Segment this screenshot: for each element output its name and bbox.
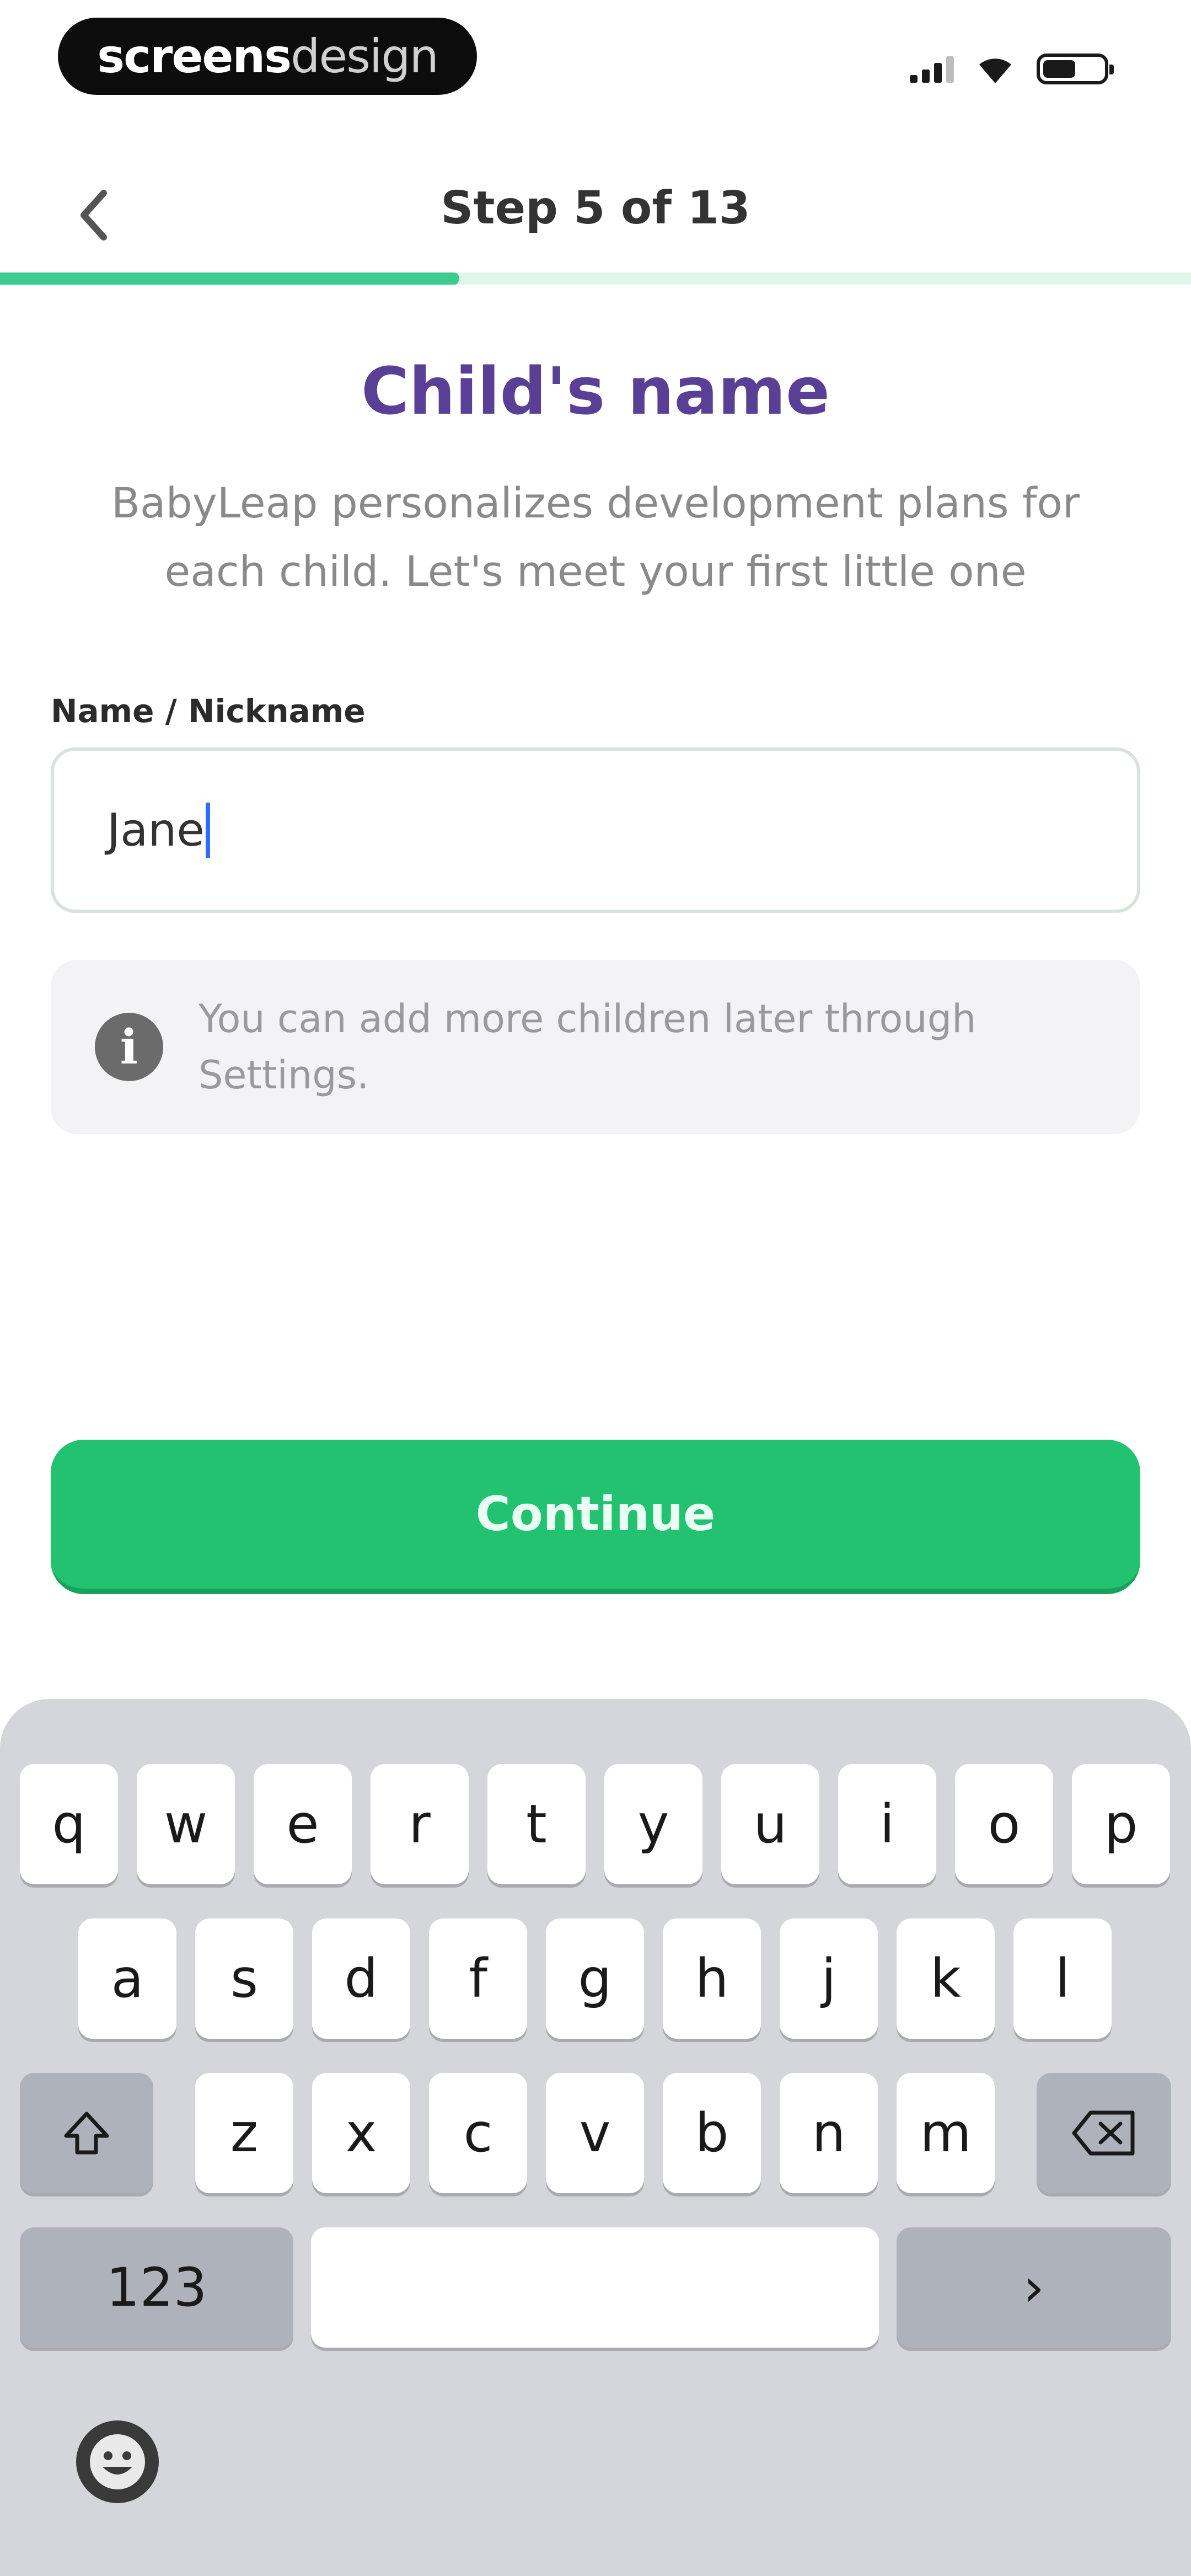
key-m[interactable]: m bbox=[897, 2073, 995, 2193]
key-y[interactable]: y bbox=[604, 1764, 702, 1884]
progress-bar bbox=[0, 272, 1191, 285]
brand-text-bold: screens bbox=[97, 29, 292, 83]
key-c[interactable]: c bbox=[429, 2073, 527, 2193]
emoji-button[interactable] bbox=[76, 2420, 159, 2503]
info-text: You can add more children later through … bbox=[198, 996, 977, 1098]
text-caret bbox=[205, 803, 210, 858]
key-x[interactable]: x bbox=[312, 2073, 410, 2193]
brand-text-light: design bbox=[291, 29, 439, 83]
wifi-icon bbox=[979, 58, 1011, 83]
status-icons bbox=[910, 50, 1114, 88]
key-g[interactable]: g bbox=[546, 1918, 644, 2039]
status-bar: screens design bbox=[0, 0, 1191, 121]
key-k[interactable]: k bbox=[897, 1918, 995, 2039]
name-input-value: Jane bbox=[107, 804, 205, 857]
key-h[interactable]: h bbox=[663, 1918, 761, 2039]
key-w[interactable]: w bbox=[137, 1764, 235, 1884]
numbers-key[interactable]: 123 bbox=[20, 2227, 293, 2348]
key-p[interactable]: p bbox=[1072, 1764, 1170, 1884]
step-indicator: Step 5 of 13 bbox=[441, 182, 750, 234]
brand-watermark: screens design bbox=[58, 18, 477, 95]
battery-icon bbox=[1037, 54, 1114, 84]
key-u[interactable]: u bbox=[721, 1764, 819, 1884]
key-i[interactable]: i bbox=[838, 1764, 936, 1884]
key-l[interactable]: l bbox=[1013, 1918, 1112, 2039]
cellular-signal-icon bbox=[910, 55, 954, 83]
key-d[interactable]: d bbox=[312, 1918, 410, 2039]
info-card: i You can add more children later throug… bbox=[51, 960, 1140, 1134]
key-o[interactable]: o bbox=[955, 1764, 1053, 1884]
page-subtitle: BabyLeap personalizes development plans … bbox=[111, 478, 1080, 596]
info-icon: i bbox=[95, 1013, 163, 1081]
key-s[interactable]: s bbox=[195, 1918, 293, 2039]
shift-icon bbox=[64, 2112, 109, 2155]
emoji-icon bbox=[90, 2434, 145, 2489]
keyboard: q w e r t y u i o p a s d f g h j k l z x c v b n m 123 › bbox=[0, 1699, 1191, 2576]
key-e[interactable]: e bbox=[254, 1764, 352, 1884]
key-q[interactable]: q bbox=[20, 1764, 118, 1884]
name-field-label: Name / Nickname bbox=[51, 692, 366, 730]
key-z[interactable]: z bbox=[195, 2073, 293, 2193]
key-t[interactable]: t bbox=[487, 1764, 586, 1884]
return-key[interactable]: › bbox=[897, 2227, 1171, 2348]
delete-key[interactable] bbox=[1037, 2073, 1171, 2193]
backspace-icon bbox=[1072, 2110, 1135, 2156]
space-key[interactable] bbox=[311, 2227, 879, 2348]
name-input[interactable]: Jane bbox=[51, 747, 1140, 913]
key-f[interactable]: f bbox=[429, 1918, 527, 2039]
key-j[interactable]: j bbox=[780, 1918, 878, 2039]
shift-key[interactable] bbox=[20, 2073, 153, 2193]
key-v[interactable]: v bbox=[546, 2073, 644, 2193]
continue-button[interactable]: Continue bbox=[51, 1440, 1140, 1594]
nav-bar: Step 5 of 13 bbox=[0, 143, 1191, 276]
key-r[interactable]: r bbox=[371, 1764, 469, 1884]
page-title: Child's name bbox=[361, 353, 830, 429]
progress-fill bbox=[0, 272, 459, 285]
key-n[interactable]: n bbox=[780, 2073, 878, 2193]
key-b[interactable]: b bbox=[663, 2073, 761, 2193]
key-a[interactable]: a bbox=[78, 1918, 176, 2039]
